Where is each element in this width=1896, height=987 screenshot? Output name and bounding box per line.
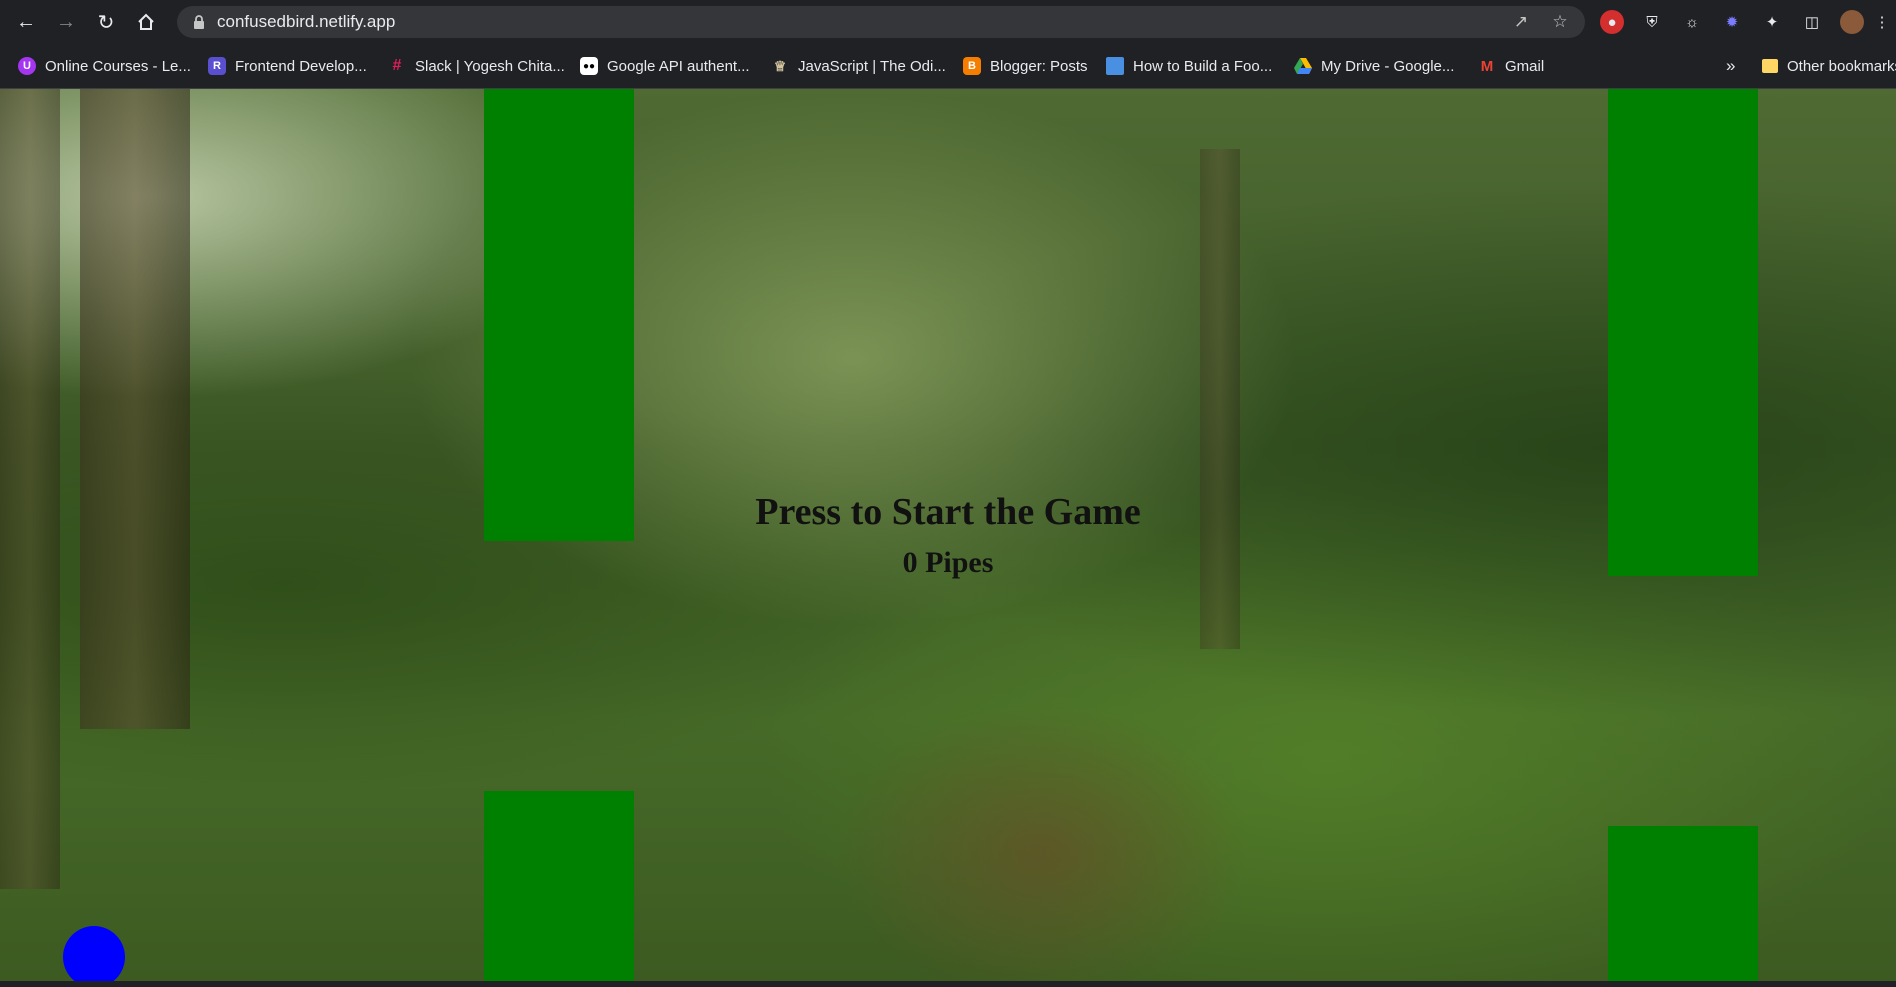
score-counter: 0 Pipes <box>902 546 994 579</box>
puzzle-icon[interactable]: ✦ <box>1760 10 1784 34</box>
bookmarks-bar: U Online Courses - Le... R Frontend Deve… <box>0 44 1896 89</box>
share-icon[interactable]: ↗ <box>1511 12 1531 32</box>
bookmark-label: Frontend Develop... <box>235 57 367 75</box>
bookmark-label: Google API authent... <box>607 57 750 75</box>
pipe-bottom <box>1608 826 1758 987</box>
blogger-icon: B <box>963 57 981 75</box>
menu-kebab-icon[interactable]: ⋮ <box>1872 10 1892 34</box>
bookmark-item[interactable]: ●● Google API authent... <box>580 54 750 78</box>
extension-mask-icon[interactable]: ☼ <box>1680 10 1704 34</box>
other-bookmarks-folder[interactable]: Other bookmarks <box>1762 54 1896 78</box>
bookmark-item[interactable]: ♕ JavaScript | The Odi... <box>771 54 946 78</box>
bookmark-label: How to Build a Foo... <box>1133 57 1273 75</box>
bookmark-item[interactable]: R Frontend Develop... <box>208 54 367 78</box>
slack-icon: # <box>392 57 402 74</box>
start-message[interactable]: Press to Start the Game <box>0 490 1896 534</box>
bookmark-label: JavaScript | The Odi... <box>798 57 946 75</box>
odin-icon: ♕ <box>773 57 787 74</box>
medium-icon: ●● <box>580 57 598 75</box>
pipe-top <box>484 89 634 541</box>
avatar[interactable] <box>1840 10 1864 34</box>
reload-button[interactable]: ↻ <box>92 8 120 36</box>
side-panel-icon[interactable]: ◫ <box>1800 10 1824 34</box>
reload-icon: ↻ <box>97 11 115 34</box>
bookmark-label: Other bookmarks <box>1787 57 1896 75</box>
back-button[interactable]: ← <box>12 8 40 36</box>
extension-gear-icon[interactable]: ✹ <box>1720 10 1744 34</box>
game-canvas[interactable]: Press to Start the Game 0 Pipes <box>0 89 1896 987</box>
tree-trunk <box>0 89 60 889</box>
lock-icon <box>190 13 208 31</box>
bookmark-item[interactable]: B Blogger: Posts <box>963 54 1088 78</box>
gmail-icon: M <box>1480 57 1494 75</box>
tree-trunk <box>80 89 190 729</box>
bookmark-item[interactable]: # Slack | Yogesh Chita... <box>388 54 565 78</box>
home-button[interactable] <box>132 8 160 36</box>
r-icon: R <box>208 57 226 75</box>
arrow-left-icon: ← <box>16 10 36 33</box>
arrow-right-icon: → <box>56 10 76 33</box>
shield-icon[interactable]: ⛨ <box>1640 10 1664 34</box>
bookmark-label: Online Courses - Le... <box>45 57 191 75</box>
bookmark-label: Gmail <box>1505 57 1545 75</box>
monitor-icon <box>1106 57 1124 75</box>
browser-toolbar: ← → ↻ confusedbird.netlify.app ↗ ☆ ● ⛨ ☼… <box>0 0 1896 44</box>
address-bar[interactable]: confusedbird.netlify.app ↗ ☆ <box>177 6 1585 38</box>
bookmark-star-icon[interactable]: ☆ <box>1550 12 1570 32</box>
bookmark-label: Slack | Yogesh Chita... <box>415 57 565 75</box>
bookmark-item[interactable]: U Online Courses - Le... <box>18 54 191 78</box>
udemy-icon: U <box>18 57 36 75</box>
more-bookmarks-button[interactable]: » <box>1726 54 1735 78</box>
chevron-double-icon: » <box>1726 56 1736 75</box>
horizontal-scrollbar[interactable] <box>0 981 1896 987</box>
bookmark-item[interactable]: My Drive - Google... <box>1294 54 1454 78</box>
folder-icon <box>1762 59 1778 73</box>
forward-button[interactable]: → <box>52 8 80 36</box>
bookmark-item[interactable]: How to Build a Foo... <box>1106 54 1272 78</box>
drive-icon <box>1294 57 1312 75</box>
bird <box>63 926 125 987</box>
bookmark-label: Blogger: Posts <box>990 57 1088 75</box>
extension-red-icon[interactable]: ● <box>1600 10 1624 34</box>
bookmark-label: My Drive - Google... <box>1321 57 1455 75</box>
home-icon <box>138 13 154 30</box>
url-text[interactable]: confusedbird.netlify.app <box>217 12 395 32</box>
bookmark-item[interactable]: M Gmail <box>1478 54 1544 78</box>
pipe-bottom <box>484 791 634 987</box>
